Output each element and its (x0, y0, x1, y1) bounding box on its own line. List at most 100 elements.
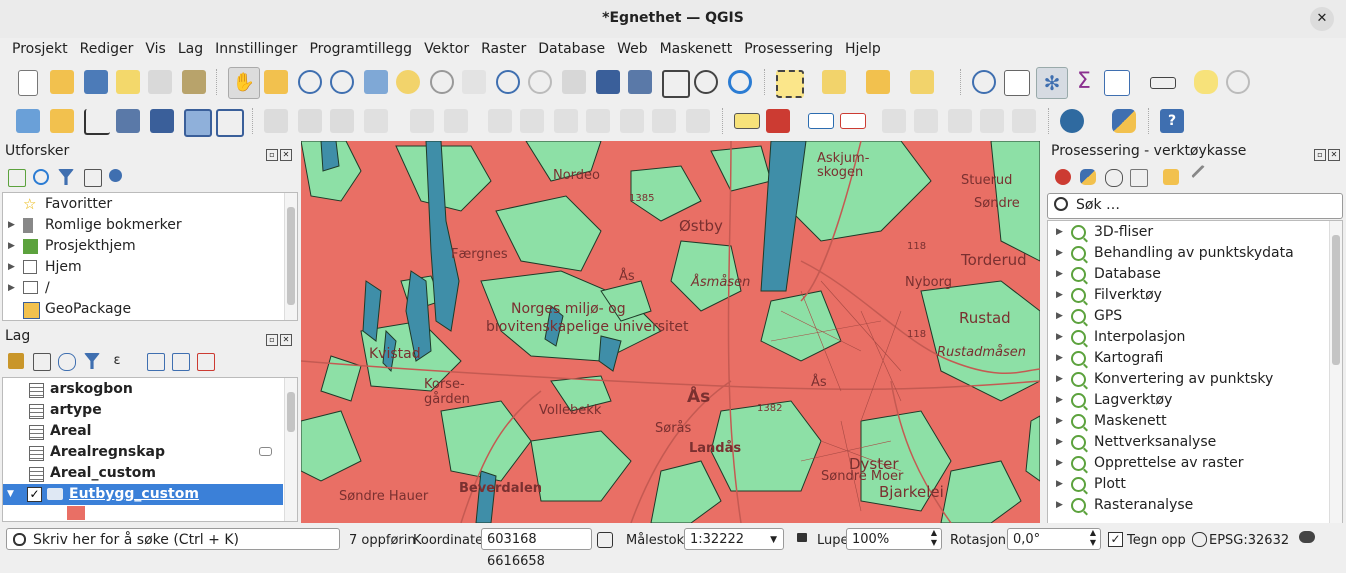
expand-arrow-icon[interactable]: ▶ (1056, 495, 1063, 516)
render-checkbox[interactable]: ✓ (1108, 532, 1123, 547)
attribute-table-icon[interactable] (1104, 70, 1130, 96)
identify-features-icon[interactable] (972, 70, 996, 94)
style-manager-icon[interactable] (182, 70, 206, 94)
proc-item-rasteranalyse[interactable]: ▶ Rasteranalyse (1048, 495, 1330, 516)
crs-button[interactable]: EPSG:32632 (1209, 533, 1289, 548)
chevron-down-icon[interactable]: ▼ (770, 529, 777, 551)
refresh-icon[interactable] (728, 70, 752, 94)
expand-arrow-icon[interactable]: ▶ (8, 257, 15, 278)
filter-browser-icon[interactable] (58, 169, 74, 185)
scripts-icon[interactable] (1080, 169, 1096, 185)
remove-layer-icon[interactable] (197, 353, 215, 371)
layer-item-artype[interactable]: artype (3, 400, 283, 421)
zoom-full-icon[interactable] (364, 70, 388, 94)
collapse-all-layers-icon[interactable] (172, 353, 190, 371)
locator-search-input[interactable]: Skriv her for å søke (Ctrl + K) (6, 528, 340, 550)
open-project-icon[interactable] (50, 70, 74, 94)
spin-arrows-icon[interactable]: ▲ ▼ (931, 528, 937, 548)
expand-arrow-icon[interactable]: ▶ (1056, 264, 1063, 285)
history-icon[interactable] (1105, 169, 1123, 187)
expand-arrow-icon[interactable]: ▶ (1056, 327, 1063, 348)
proc-item-database[interactable]: ▶ Database (1048, 264, 1330, 285)
expand-arrow-icon[interactable]: ▶ (1056, 243, 1063, 264)
scrollbar-thumb[interactable] (1332, 235, 1340, 365)
filter-expression-icon[interactable]: ε (109, 353, 125, 369)
expand-arrow-icon[interactable]: ▶ (1056, 348, 1063, 369)
browser-scrollbar[interactable] (284, 193, 297, 320)
proc-item-interpolasjon[interactable]: ▶ Interpolasjon (1048, 327, 1330, 348)
info-icon[interactable] (109, 169, 122, 182)
coordinate-field[interactable]: 603168 6616658 (481, 528, 592, 569)
float-panel-icon[interactable]: ▫ (1314, 149, 1326, 161)
expand-all-icon[interactable] (147, 353, 165, 371)
expand-arrow-icon[interactable]: ▶ (1056, 285, 1063, 306)
close-window-button[interactable]: ✕ (1310, 7, 1334, 31)
close-panel-icon[interactable]: ✕ (280, 334, 292, 346)
results-viewer-icon[interactable] (1130, 169, 1148, 187)
proc-item-punktskydata[interactable]: ▶ Behandling av punktskydata (1048, 243, 1330, 264)
scale-combobox[interactable]: 1:32222 ▼ (684, 528, 784, 550)
add-vector-layer-icon[interactable] (84, 109, 110, 135)
layer-item-eutbygg-custom[interactable]: ▼ ✓ Eutbygg_custom (3, 484, 283, 505)
scrollbar-thumb[interactable] (287, 207, 295, 305)
toggle-extents-icon[interactable] (597, 532, 613, 548)
open-layer-styling-icon[interactable] (8, 353, 24, 369)
proc-item-nettverksanalyse[interactable]: ▶ Nettverksanalyse (1048, 432, 1330, 453)
rotation-spinbox[interactable]: 0,0° ▲ ▼ (1007, 528, 1101, 550)
spin-arrows-icon[interactable]: ▲ ▼ (1090, 528, 1096, 548)
proc-item-maskenett[interactable]: ▶ Maskenett (1048, 411, 1330, 432)
select-by-value-icon[interactable] (822, 70, 846, 94)
models-icon[interactable] (1055, 169, 1071, 185)
expand-arrow-icon[interactable]: ▶ (8, 278, 15, 299)
crs-globe-icon[interactable] (1192, 532, 1207, 547)
statistics-sigma-icon[interactable]: Σ (1072, 70, 1096, 94)
browser-item-romlige-bokmerker[interactable]: ▶ Romlige bokmerker (3, 215, 283, 236)
proc-item-lagverktoy[interactable]: ▶ Lagverktøy (1048, 390, 1330, 411)
help-icon[interactable]: ? (1160, 109, 1184, 133)
map-canvas[interactable]: Nordeo Askjum- skogen Østby Stuerud Sønd… (301, 141, 1040, 523)
magnifier-spinbox[interactable]: 100% ▲ ▼ (846, 528, 942, 550)
locator-icon[interactable] (1226, 70, 1250, 94)
menu-vis[interactable]: Vis (139, 38, 171, 57)
expand-arrow-icon[interactable]: ▶ (1056, 369, 1063, 390)
zoom-out-icon[interactable] (330, 70, 354, 94)
edit-features-in-place-icon[interactable] (1163, 169, 1179, 185)
measure-line-icon[interactable] (1150, 77, 1176, 89)
label-toolbar-icon[interactable] (734, 113, 760, 129)
layer-item-arskogbon[interactable]: arskogbon (3, 379, 283, 400)
zoom-to-selection-icon[interactable] (396, 70, 420, 94)
collapse-arrow-icon[interactable]: ▼ (7, 484, 14, 505)
new-map-view-icon[interactable] (562, 70, 586, 94)
collapse-all-icon[interactable] (84, 169, 102, 187)
zoom-native-icon[interactable] (462, 70, 486, 94)
manage-visibility-icon[interactable] (58, 353, 76, 371)
add-raster-layer-icon[interactable] (116, 109, 140, 133)
select-by-location-icon[interactable] (910, 70, 934, 94)
browser-item-hjem[interactable]: ▶ Hjem (3, 257, 283, 278)
browser-item-prosjekthjem[interactable]: ▶ Prosjekthjem (3, 236, 283, 257)
expand-arrow-icon[interactable]: ▶ (1056, 453, 1063, 474)
layer-diagram-icon[interactable] (766, 109, 790, 133)
map-tips-icon[interactable] (1194, 70, 1218, 94)
pan-map-icon[interactable]: ✋ (228, 67, 260, 99)
pan-to-selection-icon[interactable] (264, 70, 288, 94)
layer-visibility-checkbox[interactable]: ✓ (27, 487, 42, 502)
proc-item-plott[interactable]: ▶ Plott (1048, 474, 1330, 495)
menu-vektor[interactable]: Vektor (418, 38, 475, 57)
scrollbar-thumb[interactable] (287, 392, 295, 432)
layer-item-arealregnskap[interactable]: Arealregnskap (3, 442, 283, 463)
processing-toolbox-icon[interactable]: ✻ (1036, 67, 1068, 99)
deselect-features-icon[interactable] (866, 70, 890, 94)
expand-arrow-icon[interactable]: ▶ (1056, 306, 1063, 327)
python-console-icon[interactable] (1112, 109, 1136, 133)
expand-arrow-icon[interactable]: ▶ (1056, 474, 1063, 495)
expand-arrow-icon[interactable]: ▶ (1056, 411, 1063, 432)
zoom-next-icon[interactable] (528, 70, 552, 94)
menu-prosjekt[interactable]: Prosjekt (0, 38, 74, 57)
layers-scrollbar[interactable] (284, 378, 297, 521)
menu-web[interactable]: Web (611, 38, 654, 57)
new-bookmark-icon[interactable] (596, 70, 620, 94)
temporal-controller-icon[interactable] (662, 70, 690, 98)
processing-scrollbar[interactable] (1329, 221, 1342, 523)
add-group-icon[interactable] (33, 353, 51, 371)
